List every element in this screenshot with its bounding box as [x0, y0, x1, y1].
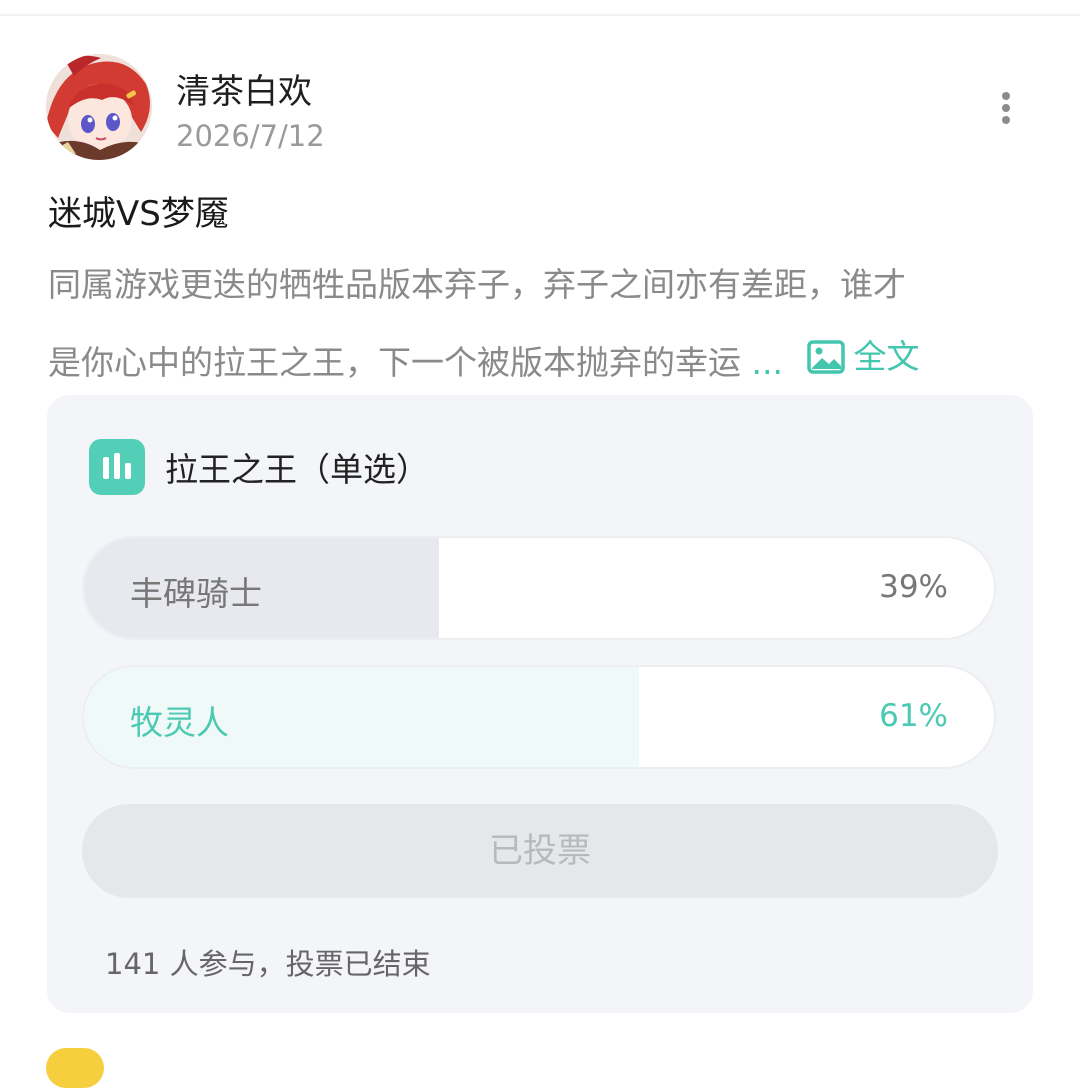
- poll-option-1-label: 丰碑骑士: [130, 574, 262, 613]
- top-divider: [0, 14, 1080, 16]
- poll-card: 拉王之王（单选） 丰碑骑士 39% 牧灵人 61% 已投票 141 人参与，投票…: [47, 395, 1033, 1013]
- poll-option-1[interactable]: 丰碑骑士 39%: [82, 536, 996, 640]
- full-text-label: 全文: [853, 337, 920, 376]
- next-post-avatar[interactable]: [46, 1048, 104, 1088]
- post-date: 2026/7/12: [176, 119, 325, 153]
- post-body-line-1: 同属游戏更迭的牺牲品版本弃子，弃子之间亦有差距，谁才: [48, 265, 906, 304]
- post-body-line-2: 是你心中的拉王之王，下一个被版本抛弃的幸运 ... 全文: [48, 321, 1008, 393]
- poll-option-2-percent: 61%: [879, 698, 948, 734]
- more-vertical-icon[interactable]: [994, 90, 1018, 126]
- poll-title: 拉王之王（单选）: [165, 450, 429, 489]
- author-name[interactable]: 清茶白欢: [176, 64, 312, 113]
- author-avatar[interactable]: [46, 54, 152, 160]
- poll-option-2-label: 牧灵人: [130, 703, 229, 742]
- post-body: 同属游戏更迭的牺牲品版本弃子，弃子之间亦有差距，谁才 是你心中的拉王之王，下一个…: [48, 249, 1008, 393]
- post-title: 迷城VS梦魇: [48, 194, 229, 234]
- poll-option-1-percent: 39%: [879, 569, 948, 605]
- image-icon: [807, 340, 846, 374]
- poll-option-2[interactable]: 牧灵人 61%: [82, 665, 996, 769]
- post-body-line-2-text: 是你心中的拉王之王，下一个被版本抛弃的幸运: [48, 343, 741, 382]
- voted-button[interactable]: 已投票: [82, 804, 998, 898]
- post-ellipsis: ...: [751, 343, 783, 382]
- poll-footer-status: 141 人参与，投票已结束: [105, 947, 431, 981]
- full-text-link[interactable]: 全文: [793, 321, 919, 393]
- bar-chart-icon: [89, 439, 145, 495]
- anime-character-avatar-icon: [46, 54, 152, 160]
